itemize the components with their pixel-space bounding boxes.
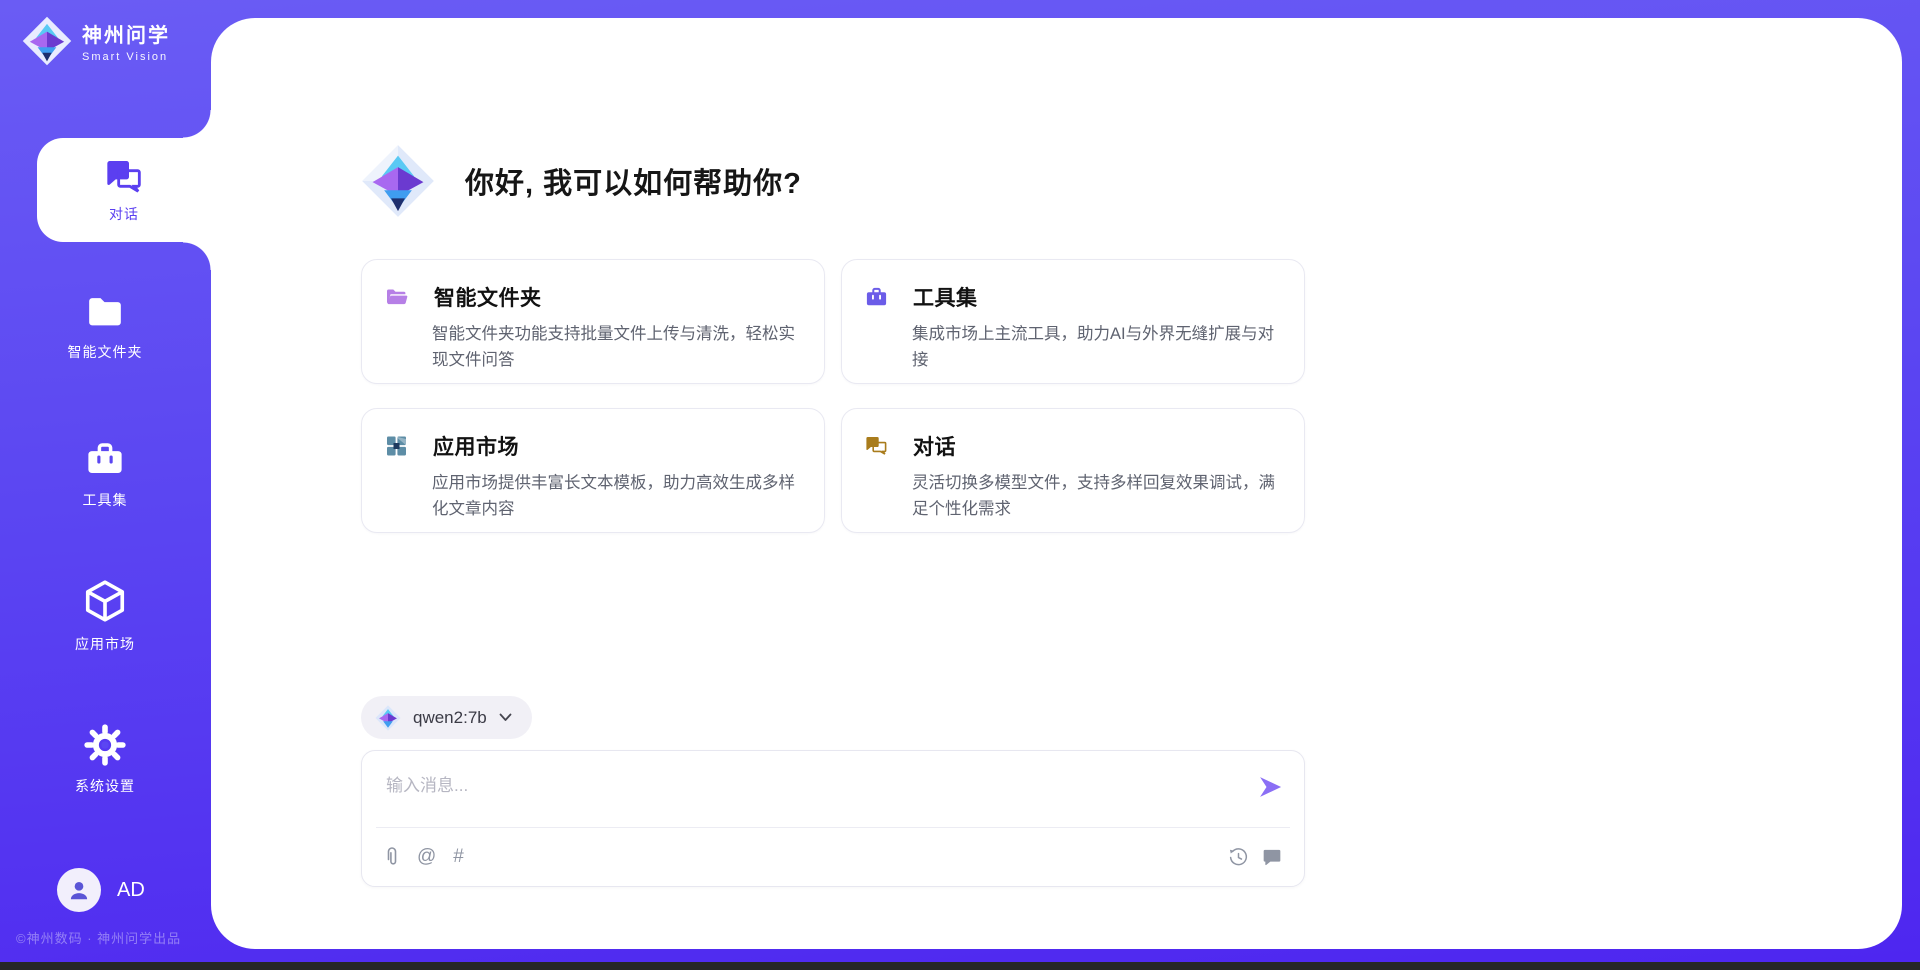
grid-icon (384, 434, 409, 458)
gear-icon (84, 724, 126, 766)
greeting: 你好, 我可以如何帮助你? (361, 144, 1305, 218)
attachment-icon[interactable] (384, 846, 400, 868)
feedback-icon[interactable] (1262, 847, 1282, 867)
sidebar-item-smart-folder[interactable]: 智能文件夹 (5, 292, 205, 362)
card-smart-folder[interactable]: 智能文件夹 智能文件夹功能支持批量文件上传与清洗，轻松实现文件问答 (361, 259, 825, 384)
person-icon (66, 877, 92, 903)
toolbox-icon (864, 285, 889, 309)
chat-icon (864, 434, 889, 458)
sidebar-item-settings[interactable]: 系统设置 (5, 724, 205, 796)
message-input[interactable] (386, 771, 1246, 821)
sidebar-item-chat[interactable]: 对话 (37, 138, 211, 242)
diamond-logo-icon (361, 144, 435, 218)
sidebar-item-toolset[interactable]: 工具集 (5, 438, 205, 510)
model-name: qwen2:7b (413, 708, 487, 728)
cube-icon (82, 578, 128, 624)
user-initials: AD (117, 879, 145, 902)
card-title: 工具集 (913, 282, 978, 312)
card-description: 智能文件夹功能支持批量文件上传与清洗，轻松实现文件问答 (432, 321, 800, 373)
brand: 神州问学 Smart Vision (22, 16, 170, 66)
card-chat[interactable]: 对话 灵活切换多模型文件，支持多样回复效果调试，满足个性化需求 (841, 408, 1305, 533)
brand-name-en: Smart Vision (82, 51, 170, 63)
user-account[interactable]: AD (57, 868, 145, 912)
card-description: 应用市场提供丰富长文本模板，助力高效生成多样化文章内容 (432, 470, 800, 522)
sidebar-item-label: 系统设置 (5, 776, 205, 796)
card-description: 集成市场上主流工具，助力AI与外界无缝扩展与对接 (912, 321, 1280, 373)
chevron-down-icon (499, 713, 512, 722)
tab-fillet-bottom (183, 242, 211, 270)
chat-icon (104, 156, 144, 196)
sidebar-item-label: 对话 (109, 204, 139, 224)
composer-left-tools: @ # (384, 846, 464, 868)
sidebar-item-label: 应用市场 (5, 634, 205, 654)
brand-diamond-logo-icon (22, 16, 72, 66)
card-title: 智能文件夹 (434, 282, 542, 312)
hashtag-icon[interactable]: # (453, 846, 464, 868)
model-selector[interactable]: qwen2:7b (361, 696, 532, 739)
sidebar-item-app-market[interactable]: 应用市场 (5, 578, 205, 654)
sidebar-item-label: 工具集 (5, 490, 205, 510)
composer-toolbar: @ # (384, 828, 1282, 886)
send-icon[interactable] (1256, 773, 1284, 801)
feature-cards: 智能文件夹 智能文件夹功能支持批量文件上传与清洗，轻松实现文件问答 工具集 集成… (361, 259, 1305, 533)
brand-name-cn: 神州问学 (82, 19, 170, 48)
greeting-text: 你好, 我可以如何帮助你? (465, 160, 802, 202)
copyright-text: ©神州数码 · 神州问学出品 (16, 928, 211, 947)
sidebar-item-label: 智能文件夹 (5, 342, 205, 362)
avatar (57, 868, 101, 912)
card-description: 灵活切换多模型文件，支持多样回复效果调试，满足个性化需求 (912, 470, 1280, 522)
diamond-logo-icon (375, 705, 401, 731)
sidebar: 神州问学 Smart Vision 对话 智能文件夹 工具集 (0, 0, 211, 962)
card-title: 应用市场 (433, 431, 519, 461)
folder-icon (84, 292, 126, 332)
history-icon[interactable] (1228, 847, 1249, 868)
card-app-market[interactable]: 应用市场 应用市场提供丰富长文本模板，助力高效生成多样化文章内容 (361, 408, 825, 533)
mention-icon[interactable]: @ (417, 846, 436, 868)
composer-right-tools (1228, 847, 1282, 868)
tab-fillet-top (183, 110, 211, 138)
toolbox-icon (84, 438, 126, 480)
message-composer: @ # (361, 750, 1305, 887)
main-content: 你好, 我可以如何帮助你? 智能文件夹 智能文件夹功能支持批量文件上传与清洗，轻… (361, 0, 1305, 887)
folder-icon (384, 285, 410, 309)
card-toolset[interactable]: 工具集 集成市场上主流工具，助力AI与外界无缝扩展与对接 (841, 259, 1305, 384)
card-title: 对话 (913, 431, 956, 461)
brand-text: 神州问学 Smart Vision (82, 19, 170, 63)
